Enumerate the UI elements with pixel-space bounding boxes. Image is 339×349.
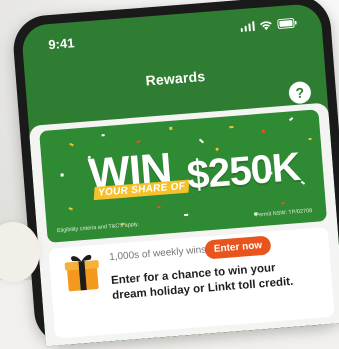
weekly-wins-card: 1,000s of weekly wins Enter now Enter fo…: [48, 226, 335, 339]
phone-mockup: 9:41 Rewards ? WIN YOUR SHARE OF $250K E…: [0, 0, 339, 348]
status-icons: [240, 18, 298, 33]
wifi-icon: [259, 20, 273, 31]
status-bar: 9:41: [21, 3, 323, 60]
weekly-wins-text: 1,000s of weekly wins: [108, 244, 207, 264]
rewards-content: WIN YOUR SHARE OF $250K Eligibility crit…: [28, 102, 339, 347]
help-button[interactable]: ?: [288, 80, 312, 105]
battery-icon: [277, 18, 298, 30]
status-time: 9:41: [47, 35, 75, 53]
enter-now-button[interactable]: Enter now: [204, 235, 272, 260]
page-title: Rewards: [144, 68, 206, 89]
help-icon: ?: [295, 84, 305, 101]
signal-icon: [240, 21, 255, 33]
weekly-description: Enter for a chance to win your dream hol…: [110, 262, 294, 302]
gift-icon: [63, 251, 102, 299]
promo-amount: $250K: [185, 144, 302, 198]
phone-frame: 9:41 Rewards ? WIN YOUR SHARE OF $250K E…: [11, 0, 339, 348]
promo-banner[interactable]: WIN YOUR SHARE OF $250K Eligibility crit…: [39, 109, 328, 243]
phone-screen: 9:41 Rewards ? WIN YOUR SHARE OF $250K E…: [20, 2, 339, 347]
